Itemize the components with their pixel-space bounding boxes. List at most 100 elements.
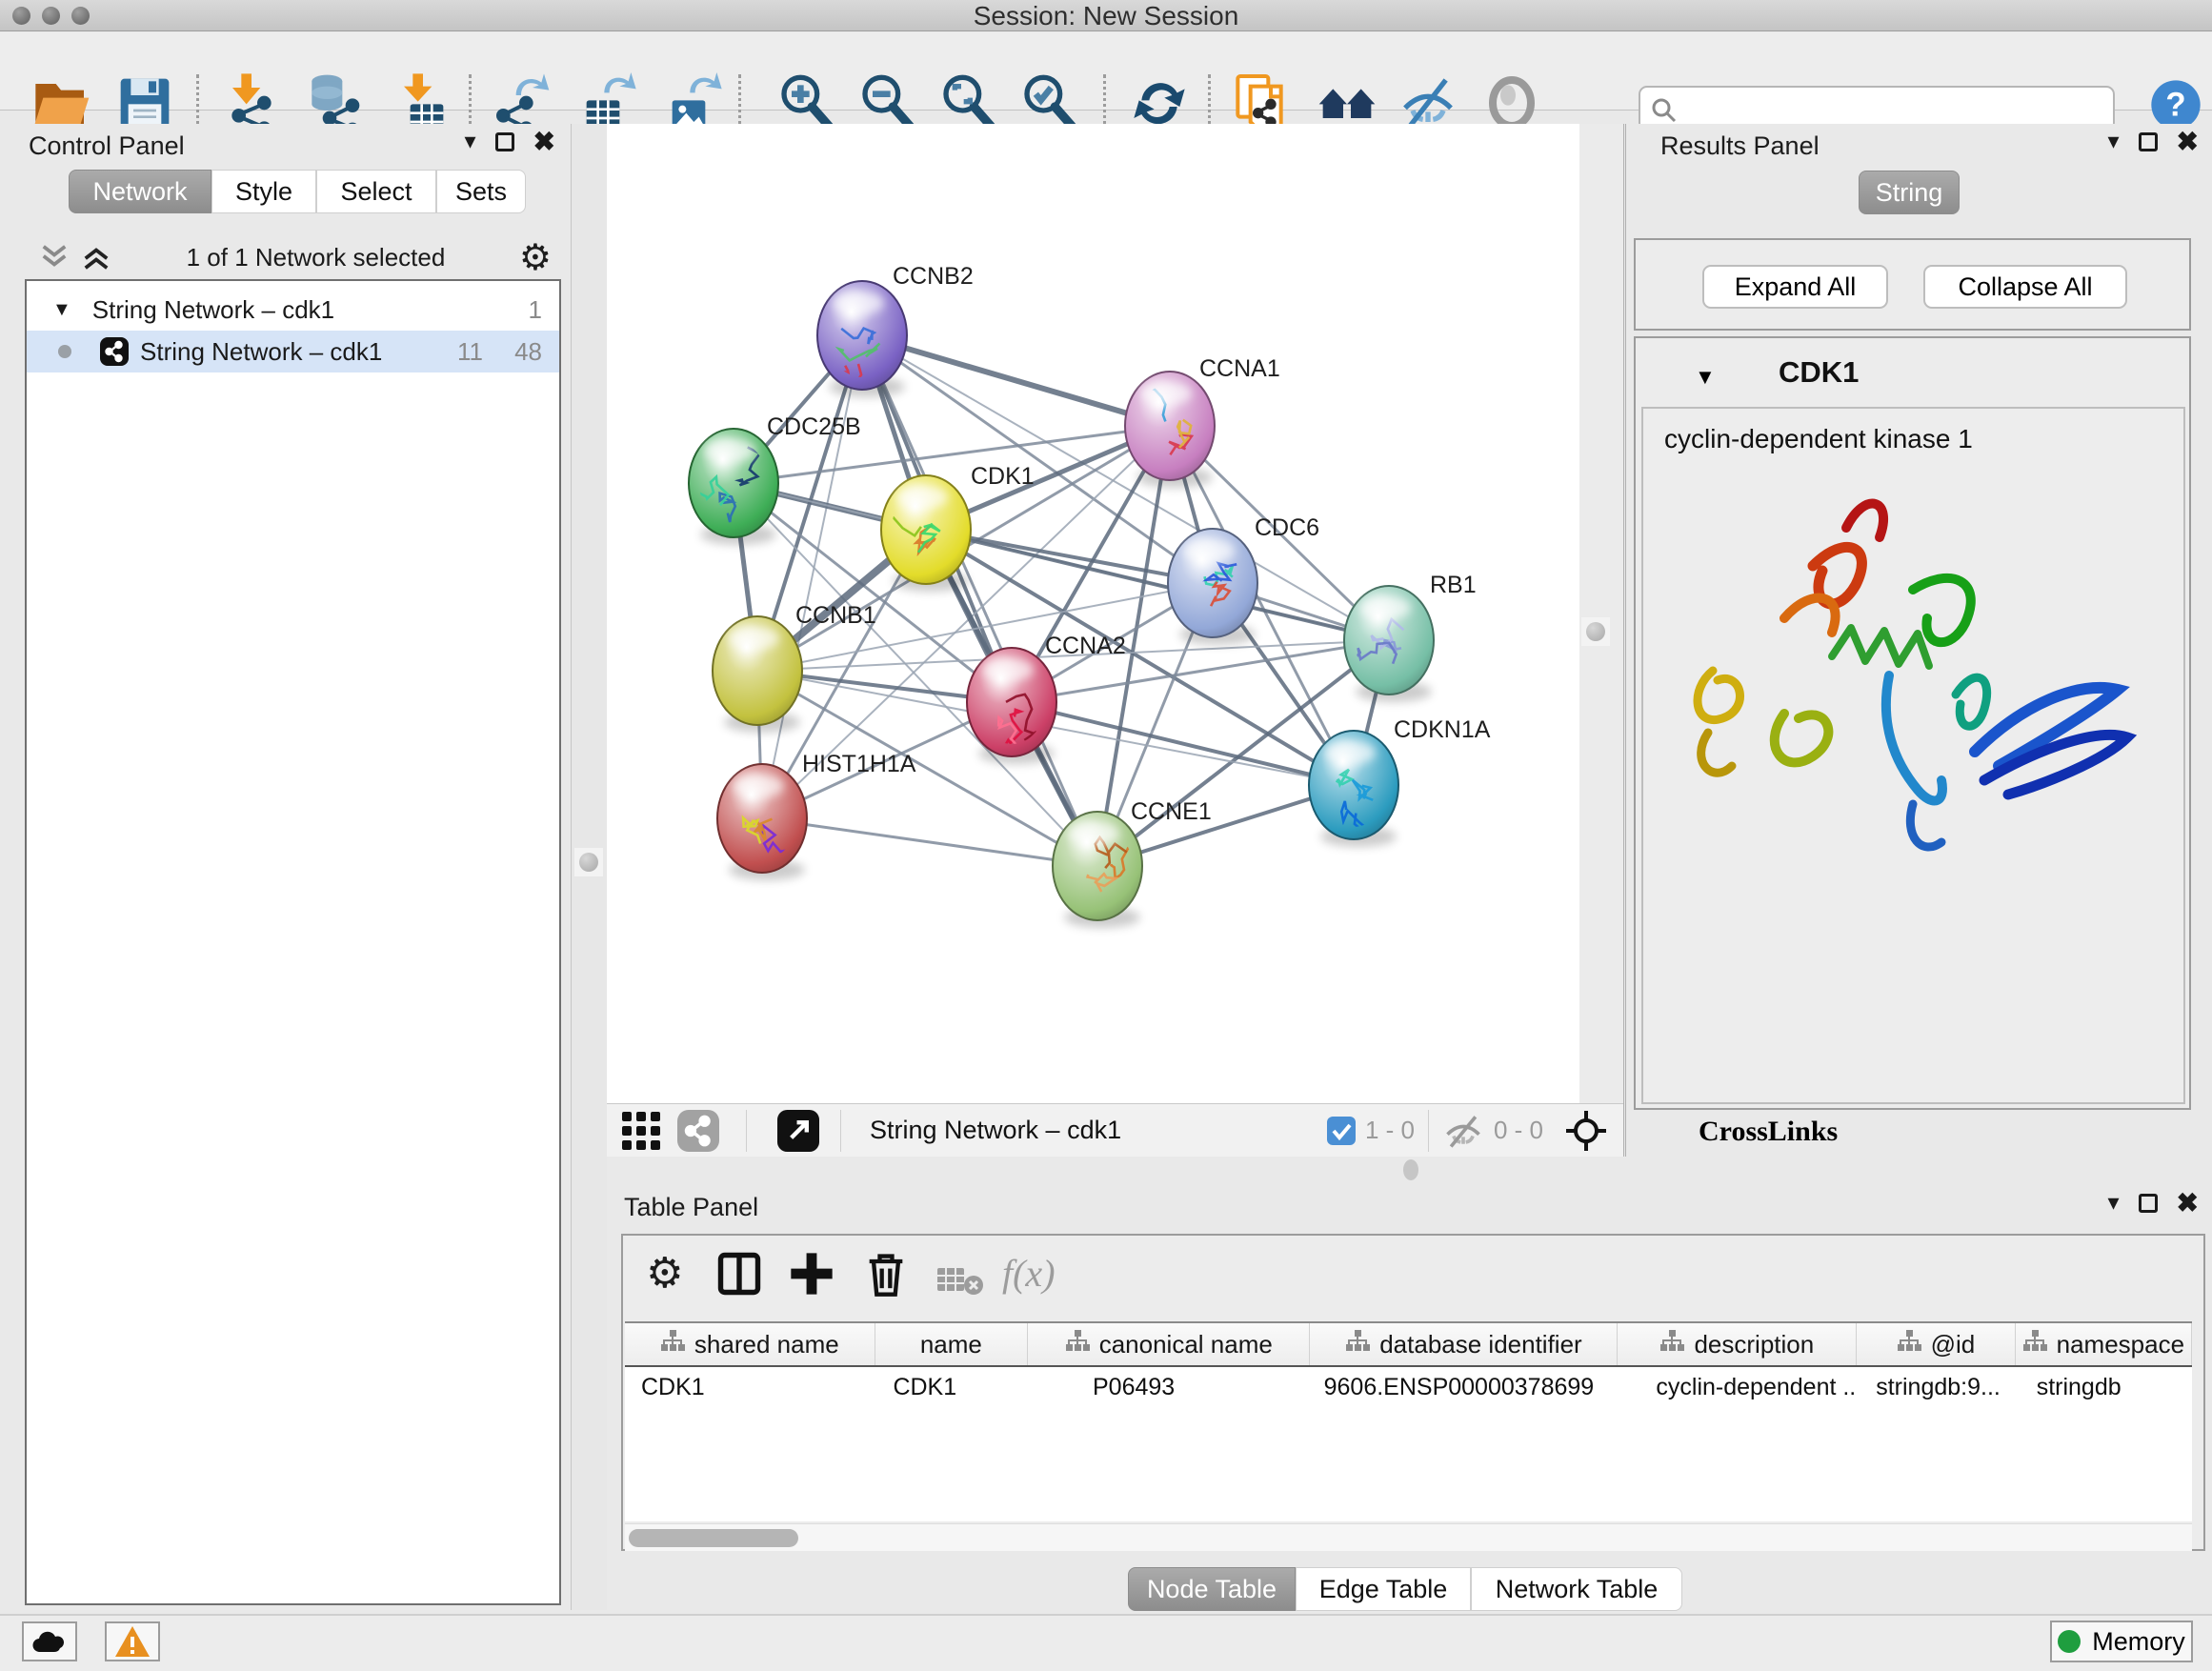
grid-view-icon[interactable]	[620, 1110, 662, 1152]
panel-menu-icon[interactable]: ▾	[2107, 1194, 2119, 1213]
tab-network[interactable]: Network	[69, 170, 211, 213]
show-columns-icon[interactable]	[714, 1249, 764, 1299]
node-table[interactable]: shared name name canonical name database id…	[625, 1321, 2192, 1521]
crosslinks-title: CrossLinks	[1699, 1116, 1838, 1148]
shared-column-icon	[2022, 1330, 2047, 1359]
delete-column-trash-icon[interactable]	[861, 1249, 911, 1299]
toolbar-separator	[1103, 74, 1106, 131]
warnings-button[interactable]	[105, 1621, 160, 1661]
network-share-icon	[100, 337, 129, 366]
network-edge-CCNB2-CCNE1[interactable]	[862, 335, 1097, 866]
toolbar-separator	[1208, 74, 1211, 131]
tab-string[interactable]: String	[1859, 171, 1960, 214]
shared-column-icon	[1659, 1330, 1684, 1359]
shared-column-icon	[1065, 1330, 1090, 1359]
close-panel-icon[interactable]: ✖	[2177, 131, 2199, 152]
table-cell-database-identifier[interactable]: 9606.ENSP00000378699	[1311, 1374, 1619, 1401]
column-header--id[interactable]: @id	[1857, 1323, 2015, 1365]
selected-checkbox-icon[interactable]	[1327, 1117, 1356, 1145]
tab-sets[interactable]: Sets	[436, 170, 526, 213]
splitter-handle[interactable]	[574, 848, 603, 876]
tab-node-table[interactable]: Node Table	[1128, 1567, 1296, 1611]
network-state-dot	[58, 345, 71, 358]
tab-network-table[interactable]: Network Table	[1471, 1567, 1682, 1611]
table-horizontal-scrollbar[interactable]	[625, 1523, 2192, 1551]
vertical-splitter-right[interactable]	[1579, 124, 1623, 1103]
network-edge-HIST1H1A-CCNE1[interactable]	[762, 818, 1097, 866]
float-panel-icon[interactable]	[495, 132, 514, 151]
function-builder-icon: f(x)	[1002, 1251, 1107, 1300]
close-window-button[interactable]	[12, 7, 30, 25]
network-edge-CCNB2-HIST1H1A[interactable]	[762, 335, 862, 818]
collapse-all-button[interactable]: Collapse All	[1923, 265, 2127, 309]
shared-column-icon	[660, 1330, 685, 1359]
node-label-CCNA1: CCNA1	[1199, 355, 1280, 382]
table-cell--id[interactable]: stringdb:9...	[1857, 1374, 2015, 1401]
column-header-label: canonical name	[1099, 1330, 1273, 1359]
create-column-plus-icon[interactable]	[787, 1249, 836, 1299]
share-view-icon[interactable]	[677, 1110, 719, 1152]
column-header-database-identifier[interactable]: database identifier	[1310, 1323, 1618, 1365]
column-header-namespace[interactable]: namespace	[2016, 1323, 2192, 1365]
table-cell-namespace[interactable]: stringdb	[2016, 1374, 2192, 1401]
gene-details: cyclin-dependent kinase 1	[1641, 407, 2185, 1104]
gear-icon[interactable]: ⚙	[519, 236, 552, 278]
horizontal-splitter[interactable]	[607, 1157, 2212, 1184]
network-view-title: String Network – cdk1	[870, 1116, 1121, 1145]
expand-all-icon[interactable]	[80, 243, 112, 272]
column-header-description[interactable]: description	[1618, 1323, 1857, 1365]
splitter-handle[interactable]	[1403, 1159, 1418, 1180]
table-cell-shared-name[interactable]: CDK1	[625, 1374, 875, 1401]
table-row[interactable]: CDK1CDK1P064939606.ENSP00000378699cyclin…	[625, 1367, 2192, 1407]
tab-edge-table[interactable]: Edge Table	[1296, 1567, 1471, 1611]
detach-view-icon[interactable]	[777, 1110, 819, 1152]
collapse-triangle-icon[interactable]: ▼	[1695, 365, 1716, 390]
network-selection-status: 1 of 1 Network selected	[112, 243, 519, 272]
zoom-window-button[interactable]	[71, 7, 90, 25]
network-collection-row[interactable]: ▼ String Network – cdk1 1	[27, 289, 559, 331]
expand-all-button[interactable]: Expand All	[1702, 265, 1888, 309]
tab-style[interactable]: Style	[211, 170, 316, 213]
vertical-splitter-left[interactable]	[572, 124, 607, 1610]
close-panel-icon[interactable]: ✖	[2177, 1193, 2199, 1214]
collapse-all-icon[interactable]	[38, 243, 70, 272]
close-panel-icon[interactable]: ✖	[533, 131, 555, 152]
panel-menu-icon[interactable]: ▾	[2107, 132, 2119, 151]
table-cell-description[interactable]: cyclin-dependent ...	[1618, 1374, 1857, 1401]
table-tabs: Node Table Edge Table Network Table	[1128, 1567, 1682, 1611]
tab-select[interactable]: Select	[316, 170, 436, 213]
delete-table-icon	[935, 1257, 985, 1306]
table-settings-gear-icon[interactable]: ⚙	[646, 1249, 695, 1299]
table-panel: Table Panel ▾ ✖ ⚙ f(x) shared namenameca…	[607, 1184, 2212, 1610]
node-label-CDC25B: CDC25B	[767, 413, 861, 440]
float-panel-icon[interactable]	[2139, 1194, 2158, 1213]
column-header-label: database identifier	[1379, 1330, 1581, 1359]
column-header-canonical-name[interactable]: canonical name	[1028, 1323, 1310, 1365]
table-cell-canonical-name[interactable]: P06493	[1028, 1374, 1311, 1401]
float-panel-icon[interactable]	[2139, 132, 2158, 151]
search-input[interactable]	[1686, 90, 2105, 128]
network-edge-CCNB2-CCNA1[interactable]	[862, 335, 1170, 426]
node-label-CDKN1A: CDKN1A	[1394, 716, 1491, 743]
column-header-label: shared name	[694, 1330, 839, 1359]
splitter-handle[interactable]	[1581, 617, 1610, 646]
hidden-eye-slash-icon	[1442, 1113, 1484, 1149]
panel-menu-icon[interactable]: ▾	[464, 132, 475, 151]
table-cell-name[interactable]: CDK1	[875, 1374, 1028, 1401]
network-canvas[interactable]: CCNB2CCNA1CDC25BCDK1CDC6RB1CCNB1CCNA2CDK…	[607, 124, 1579, 1103]
column-header-shared-name[interactable]: shared name	[625, 1323, 875, 1365]
collapse-triangle-icon[interactable]: ▼	[52, 299, 71, 321]
cloud-button[interactable]	[22, 1621, 77, 1661]
network-row[interactable]: String Network – cdk1 11 48	[27, 331, 559, 372]
fit-crosshair-icon[interactable]	[1564, 1109, 1608, 1153]
toolbar-separator	[738, 74, 741, 131]
warning-icon	[113, 1624, 151, 1659]
title-bar: Session: New Session	[0, 0, 2212, 31]
scrollbar-thumb[interactable]	[629, 1529, 798, 1547]
column-header-name[interactable]: name	[875, 1323, 1029, 1365]
memory-button[interactable]: Memory	[2050, 1621, 2193, 1662]
minimize-window-button[interactable]	[42, 7, 60, 25]
control-panel-tabs: Network Style Select Sets	[69, 170, 526, 213]
network-edge-CDK1-RB1[interactable]	[926, 530, 1389, 640]
column-header-label: name	[920, 1330, 982, 1359]
